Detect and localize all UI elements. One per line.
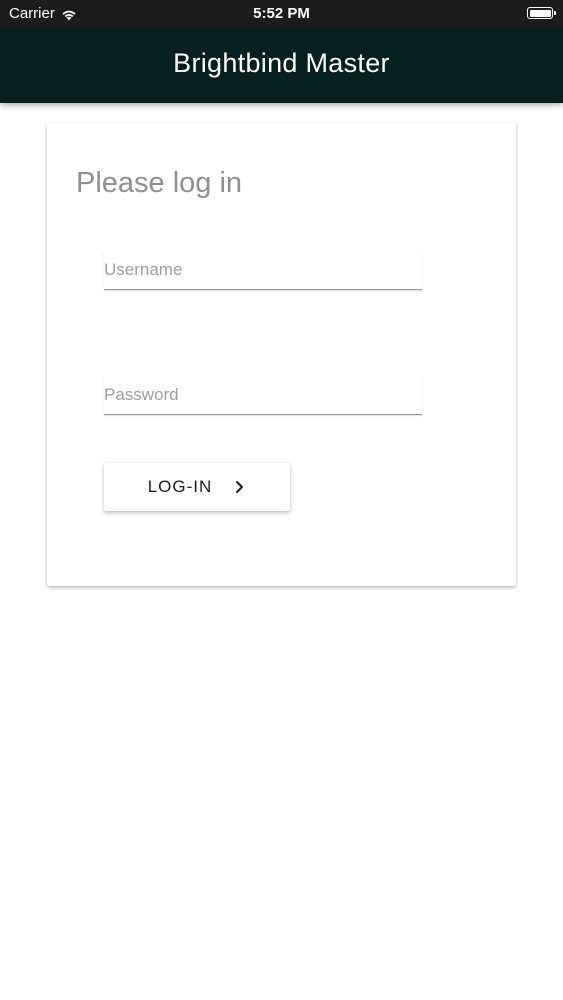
battery-icon: [527, 7, 556, 19]
username-field-wrapper: [104, 250, 422, 290]
app-title: Brightbind Master: [173, 48, 390, 78]
login-heading: Please log in: [76, 167, 243, 199]
app-bar: Brightbind Master: [0, 28, 563, 103]
login-card: Please log in LOG-IN: [47, 123, 516, 586]
password-input[interactable]: [104, 375, 422, 415]
status-time: 5:52 PM: [253, 5, 310, 22]
status-bar: Carrier 5:52 PM: [0, 0, 563, 28]
login-button[interactable]: LOG-IN: [104, 463, 290, 511]
password-field-wrapper: [104, 375, 422, 415]
chevron-right-icon: [234, 480, 246, 494]
login-button-label: LOG-IN: [147, 477, 213, 496]
login-screen: Carrier 5:52 PM Brightbind Master Please…: [0, 0, 563, 1000]
username-input[interactable]: [104, 250, 422, 290]
